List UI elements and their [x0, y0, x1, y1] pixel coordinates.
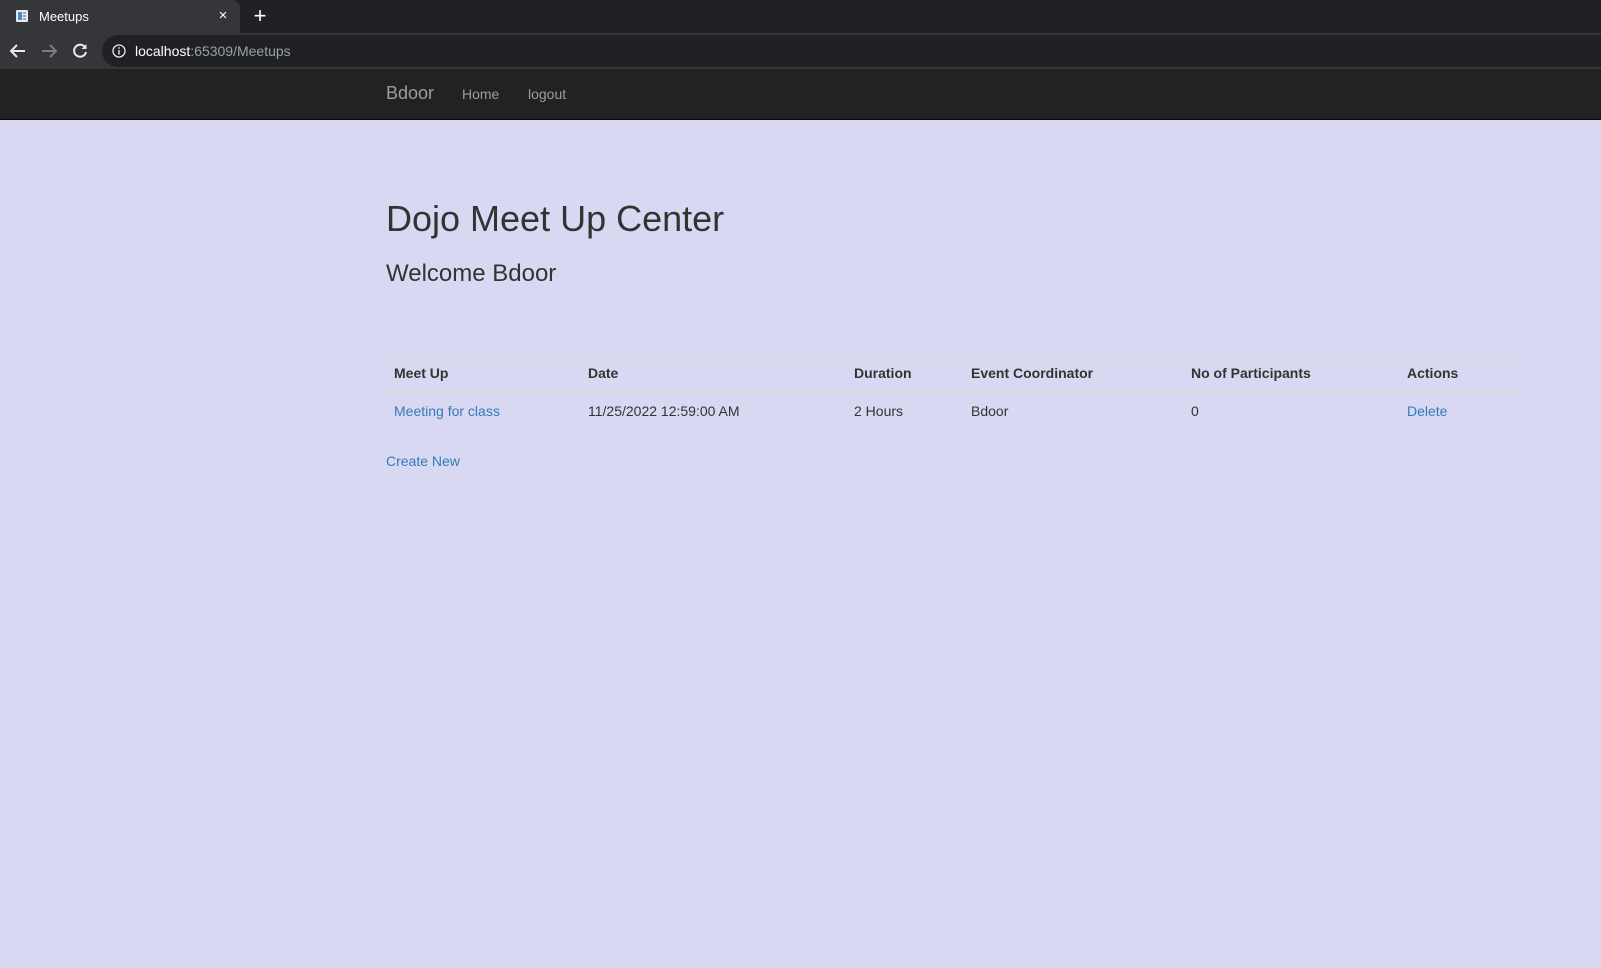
browser-tab[interactable]: Meetups ×	[0, 0, 240, 33]
back-arrow-icon[interactable]	[7, 40, 29, 62]
column-header-meetup: Meet Up	[386, 354, 580, 393]
url-path: :65309/Meetups	[190, 43, 291, 59]
duration-cell: 2 Hours	[854, 403, 904, 419]
meetup-link[interactable]: Meeting for class	[394, 403, 500, 419]
table-header-row: Meet Up Date Duration Event Coordinator …	[386, 354, 1520, 393]
brand-link[interactable]: Bdoor	[386, 83, 434, 104]
column-header-duration: Duration	[846, 354, 963, 393]
url-text: localhost:65309/Meetups	[135, 43, 291, 59]
date-cell: 11/25/2022 12:59:00 AM	[588, 403, 740, 419]
browser-toolbar: localhost:65309/Meetups	[0, 33, 1601, 69]
page-title: Dojo Meet Up Center	[386, 198, 725, 239]
column-header-date: Date	[580, 354, 846, 393]
welcome-message: Welcome Bdoor	[386, 260, 557, 287]
tab-title: Meetups	[39, 9, 89, 24]
column-header-participants: No of Participants	[1183, 354, 1399, 393]
nav-link-logout[interactable]: logout	[528, 86, 566, 102]
meetup-cell: Meeting for class	[386, 392, 580, 429]
column-header-actions: Actions	[1399, 354, 1520, 393]
delete-link[interactable]: Delete	[1407, 403, 1447, 419]
site-navbar: Bdoor Home logout	[0, 69, 1601, 120]
url-host: localhost	[135, 43, 191, 59]
coordinator-cell: Bdoor	[971, 403, 1009, 419]
column-header-coordinator: Event Coordinator	[963, 354, 1183, 393]
page-icon	[15, 9, 29, 23]
table-row: Meeting for class 11/25/2022 12:59:00 AM…	[386, 392, 1520, 429]
participants-cell: 0	[1191, 403, 1199, 419]
new-tab-icon[interactable]: +	[250, 5, 270, 27]
close-icon[interactable]: ×	[214, 7, 232, 25]
reload-icon[interactable]	[69, 40, 91, 62]
create-new-link[interactable]: Create New	[386, 453, 460, 469]
forward-arrow-icon[interactable]	[38, 40, 60, 62]
browser-tab-strip: Meetups × +	[0, 0, 1601, 33]
address-bar[interactable]: localhost:65309/Meetups	[102, 35, 1601, 67]
info-icon[interactable]	[112, 44, 126, 58]
nav-link-home[interactable]: Home	[462, 86, 499, 102]
actions-cell: Delete	[1399, 392, 1520, 429]
meetups-table: Meet Up Date Duration Event Coordinator …	[386, 354, 1520, 429]
